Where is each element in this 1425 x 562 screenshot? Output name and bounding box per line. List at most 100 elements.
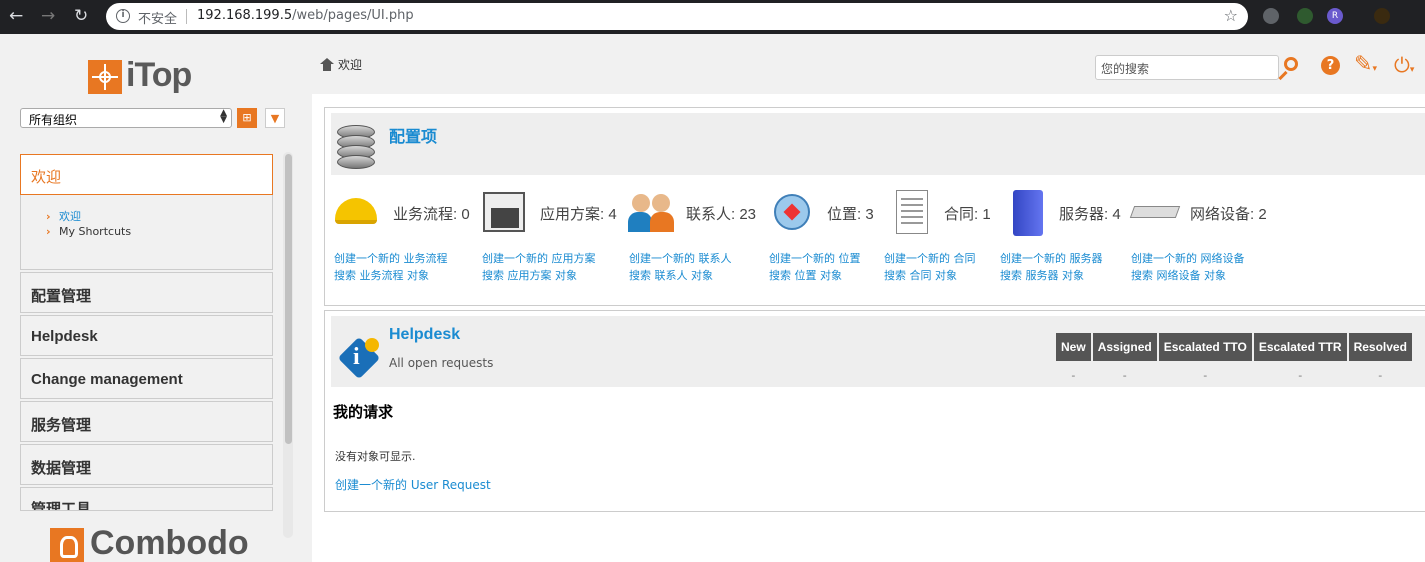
column-header: Escalated TTO [1158,333,1252,361]
create-link[interactable]: 创建一个新的 业务流程 [334,252,448,265]
ci-class-contact: 联系人: 23 [628,188,778,236]
menu-item-admin-tools[interactable]: 管理工具 [20,487,273,511]
search-link[interactable]: 搜索 合同 对象 [884,269,957,282]
extension-icon[interactable] [1263,8,1279,24]
network-device-icon [1129,190,1181,234]
sidebar: iTop 所有组织 ▲▼ ⊞ ▼ 欢迎 欢迎 My Shortcuts 配置管理… [0,34,312,562]
ci-class-network-device: 网络设备: 2 [1129,188,1282,236]
ci-class-label: 应用方案: 4 [540,206,617,223]
back-icon[interactable]: ← [9,6,23,26]
status-count: - [1122,368,1127,382]
url-text[interactable]: 192.168.199.5/web/pages/UI.php [197,8,414,23]
ci-class-label: 位置: 3 [827,206,874,223]
logo-text: iTop [126,56,192,94]
ci-links-contact: 创建一个新的 联系人 搜索 联系人 对象 [629,250,732,284]
ci-class-label: 联系人: 23 [686,206,757,223]
ci-class-contract: 合同: 1 [890,188,1010,236]
menu-item-change-management[interactable]: Change management [20,358,273,399]
organization-select[interactable]: 所有组织 ▲ ▼ [20,108,232,128]
search-link[interactable]: 搜索 应用方案 对象 [482,269,577,282]
menu-item-welcome[interactable]: 欢迎 [20,154,273,195]
search-link[interactable]: 搜索 网络设备 对象 [1131,269,1226,282]
menu-item-config-management[interactable]: 配置管理 [20,272,273,313]
menu-item-helpdesk[interactable]: Helpdesk [20,315,273,356]
url-host: 192.168.199.5 [197,8,293,23]
status-count: - [1203,368,1208,382]
contacts-icon [628,190,674,234]
ci-class-server: 服务器: 4 [1005,188,1135,236]
helpdesk-dashlet-header: i Helpdesk All open requests New Assigne… [331,316,1425,387]
organization-select-value: 所有组织 [29,113,78,127]
menu-scrollbar-thumb[interactable] [285,154,292,444]
location-icon [768,190,814,234]
divider [186,9,187,24]
extension-icon[interactable] [1374,8,1390,24]
ci-dashlet-title: 配置项 [389,129,438,146]
forward-icon[interactable]: → [41,6,55,26]
pin-menu-button[interactable]: ▼ [265,108,285,128]
hardhat-icon [333,190,379,234]
ci-class-label: 服务器: 4 [1059,206,1121,223]
helpdesk-status-table: New Assigned Escalated TTO Escalated TTR… [1054,333,1414,389]
ci-links-server: 创建一个新的 服务器 搜索 服务器 对象 [1000,250,1103,284]
ci-class-label: 网络设备: 2 [1190,206,1267,223]
extension-r-icon[interactable]: R [1327,8,1343,24]
reload-icon[interactable]: ↻ [74,6,88,26]
ci-dashlet-header: 配置项 [331,113,1425,175]
no-objects-message: 没有对象可显示. [335,450,416,463]
ci-links-network-device: 创建一个新的 网络设备 搜索 网络设备 对象 [1131,250,1245,284]
breadcrumb[interactable]: 欢迎 [320,56,362,73]
create-link[interactable]: 创建一个新的 联系人 [629,252,732,265]
my-requests-title: 我的请求 [333,404,394,421]
home-icon [320,58,334,71]
url-path: /web/pages/UI.php [292,8,414,23]
bookmark-star-icon[interactable]: ☆ [1224,6,1238,25]
menu-item-data-management[interactable]: 数据管理 [20,444,273,485]
column-header: Assigned [1092,333,1157,361]
contract-icon [890,190,936,234]
search-icon[interactable] [1278,56,1300,81]
ci-links-application-solution: 创建一个新的 应用方案 搜索 应用方案 对象 [482,250,596,284]
extension-icon[interactable] [1297,8,1313,24]
select-arrows-icon: ▲ ▼ [220,108,227,125]
address-bar[interactable]: i 不安全 192.168.199.5/web/pages/UI.php ☆ [106,3,1248,30]
combodo-logo-icon [50,528,84,562]
ci-links-location: 创建一个新的 位置 搜索 位置 对象 [769,250,861,284]
column-header: Escalated TTR [1253,333,1347,361]
pin-icon: ▼ [270,112,280,125]
status-count: - [1378,368,1383,382]
submenu-item-my-shortcuts[interactable]: My Shortcuts [46,224,272,239]
insecure-label: 不安全 [138,12,178,27]
create-link[interactable]: 创建一个新的 应用方案 [482,252,596,265]
help-icon[interactable]: ? [1321,56,1340,75]
app-solution-icon [481,190,527,234]
create-link[interactable]: 创建一个新的 位置 [769,252,861,265]
browser-toolbar: ← → ↻ i 不安全 192.168.199.5/web/pages/UI.p… [0,0,1425,34]
search-link[interactable]: 搜索 联系人 对象 [629,269,713,282]
server-icon [1005,190,1051,236]
create-link[interactable]: 创建一个新的 合同 [884,252,976,265]
menu-item-service-management[interactable]: 服务管理 [20,401,273,442]
ci-class-label: 合同: 1 [944,206,991,223]
info-icon[interactable]: i [116,9,130,23]
org-hierarchy-button[interactable]: ⊞ [237,108,257,128]
ci-class-business-process: 业务流程: 0 [333,188,483,236]
create-link[interactable]: 创建一个新的 网络设备 [1131,252,1245,265]
top-bar: 欢迎 您的搜索 ? ✎▾ ⏻▾ [312,34,1425,94]
hierarchy-icon: ⊞ [242,111,252,124]
column-header: Resolved [1348,333,1412,361]
edit-pencil-icon[interactable]: ✎▾ [1354,52,1377,82]
helpdesk-title[interactable]: Helpdesk [389,326,460,344]
submenu-item-welcome[interactable]: 欢迎 [59,210,81,223]
database-icon [337,125,375,171]
create-link[interactable]: 创建一个新的 服务器 [1000,252,1103,265]
ci-class-label: 业务流程: 0 [393,206,470,223]
create-user-request-link[interactable]: 创建一个新的 User Request [335,476,491,493]
itop-logo-icon [88,60,122,94]
ci-links-business-process: 创建一个新的 业务流程 搜索 业务流程 对象 [334,250,448,284]
logoff-power-icon[interactable]: ⏻▾ [1394,52,1414,83]
global-search-input[interactable]: 您的搜索 [1095,55,1279,80]
search-link[interactable]: 搜索 服务器 对象 [1000,269,1084,282]
search-link[interactable]: 搜索 业务流程 对象 [334,269,429,282]
search-link[interactable]: 搜索 位置 对象 [769,269,842,282]
